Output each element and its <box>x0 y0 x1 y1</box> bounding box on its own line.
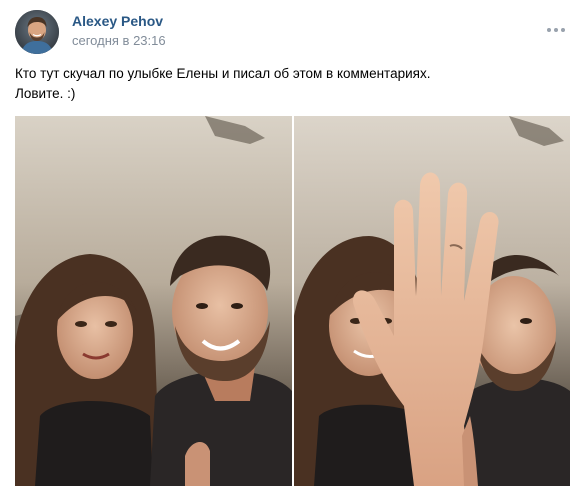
post-photo-2[interactable] <box>294 116 570 486</box>
post-author-name[interactable]: Alexey Pehov <box>72 13 163 29</box>
post-text-line: Ловите. :) <box>15 86 76 101</box>
avatar-photo <box>15 10 59 54</box>
author-avatar[interactable] <box>15 10 59 54</box>
wall-post: Alexey Pehov сегодня в 23:16 Кто тут ску… <box>0 0 580 495</box>
post-timestamp[interactable]: сегодня в 23:16 <box>72 33 166 48</box>
post-text-line: Кто тут скучал по улыбке Елены и писал о… <box>15 66 431 81</box>
post-text: Кто тут скучал по улыбке Елены и писал о… <box>15 64 565 104</box>
photo-grid <box>15 116 570 486</box>
post-photo-1[interactable] <box>15 116 292 486</box>
more-icon[interactable] <box>544 24 568 36</box>
